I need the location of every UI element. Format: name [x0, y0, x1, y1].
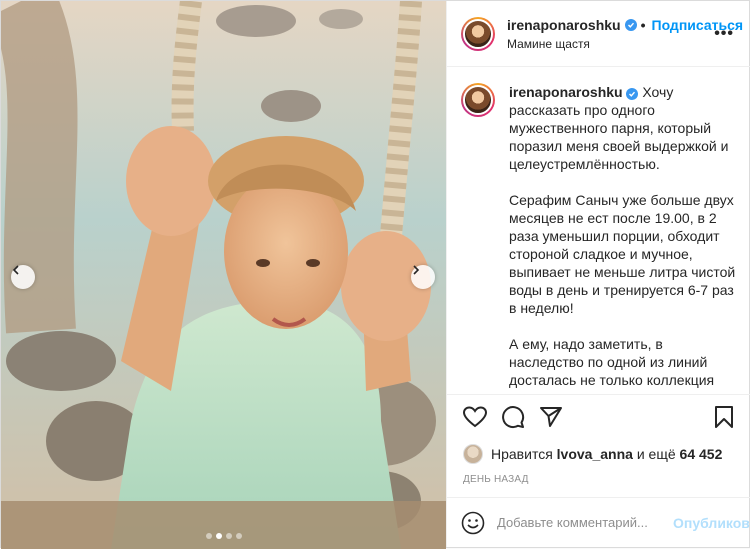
instagram-post: irenaponaroshku • Подписаться Мамине щас…: [0, 0, 750, 549]
caption-paragraph-1: irenaponaroshku Хочу рассказать про одно…: [509, 83, 736, 173]
caption-text: irenaponaroshku Хочу рассказать про одно…: [509, 83, 736, 394]
verified-badge-icon: [626, 88, 639, 100]
previous-photo-button[interactable]: [11, 265, 35, 289]
chevron-left-icon: [12, 265, 19, 275]
heart-icon[interactable]: [463, 405, 487, 428]
post-header: irenaponaroshku • Подписаться Мамине щас…: [447, 1, 750, 67]
share-icon[interactable]: [539, 405, 563, 429]
likes-count[interactable]: 64 452: [680, 446, 723, 462]
post-actions: [447, 394, 750, 438]
liker-avatar[interactable]: [463, 444, 483, 464]
comment-box: Опубликовать: [447, 497, 750, 547]
likes-summary: Нравится lvova_anna и ещё 64 452: [447, 438, 750, 464]
carousel-dot: [215, 533, 222, 539]
post-caption: irenaponaroshku Хочу рассказать про одно…: [447, 67, 750, 394]
caption-author-avatar[interactable]: [461, 83, 495, 117]
likes-middle: и ещё: [636, 446, 676, 462]
header-separator: •: [640, 16, 646, 33]
caption-paragraph-2: Серафим Саныч уже больше двух месяцев не…: [509, 192, 736, 316]
post-date[interactable]: ДЕНЬ НАЗАД: [447, 464, 750, 497]
publish-button[interactable]: Опубликовать: [673, 515, 750, 531]
bookmark-icon[interactable]: [714, 405, 734, 429]
liker-username[interactable]: lvova_anna: [557, 446, 633, 462]
post-header-top: irenaponaroshku • Подписаться: [507, 17, 743, 33]
photo-illustration: [1, 1, 446, 549]
carousel-indicator: [1, 533, 446, 539]
post-side-panel: irenaponaroshku • Подписаться Мамине щас…: [446, 1, 750, 547]
chevron-right-icon: [413, 265, 420, 275]
comment-input[interactable]: [497, 515, 673, 530]
emoji-icon[interactable]: [461, 511, 485, 535]
author-username[interactable]: irenaponaroshku: [507, 17, 621, 33]
verified-badge-icon: [624, 18, 637, 31]
carousel-dot: [205, 533, 212, 539]
comment-icon[interactable]: [501, 405, 525, 429]
author-avatar[interactable]: [461, 16, 495, 51]
caption-username[interactable]: irenaponaroshku: [509, 84, 623, 100]
post-header-text: irenaponaroshku • Подписаться Мамине щас…: [507, 17, 743, 51]
carousel-dot: [225, 533, 232, 539]
more-options-button[interactable]: •••: [714, 25, 734, 43]
carousel-dot: [235, 533, 242, 539]
post-photo[interactable]: [1, 1, 446, 549]
post-location[interactable]: Мамине щастя: [507, 37, 743, 51]
likes-prefix: Нравится: [491, 446, 553, 462]
next-photo-button[interactable]: [411, 265, 435, 289]
caption-paragraph-3: А ему, надо заметить, в наследство по од…: [509, 336, 715, 394]
